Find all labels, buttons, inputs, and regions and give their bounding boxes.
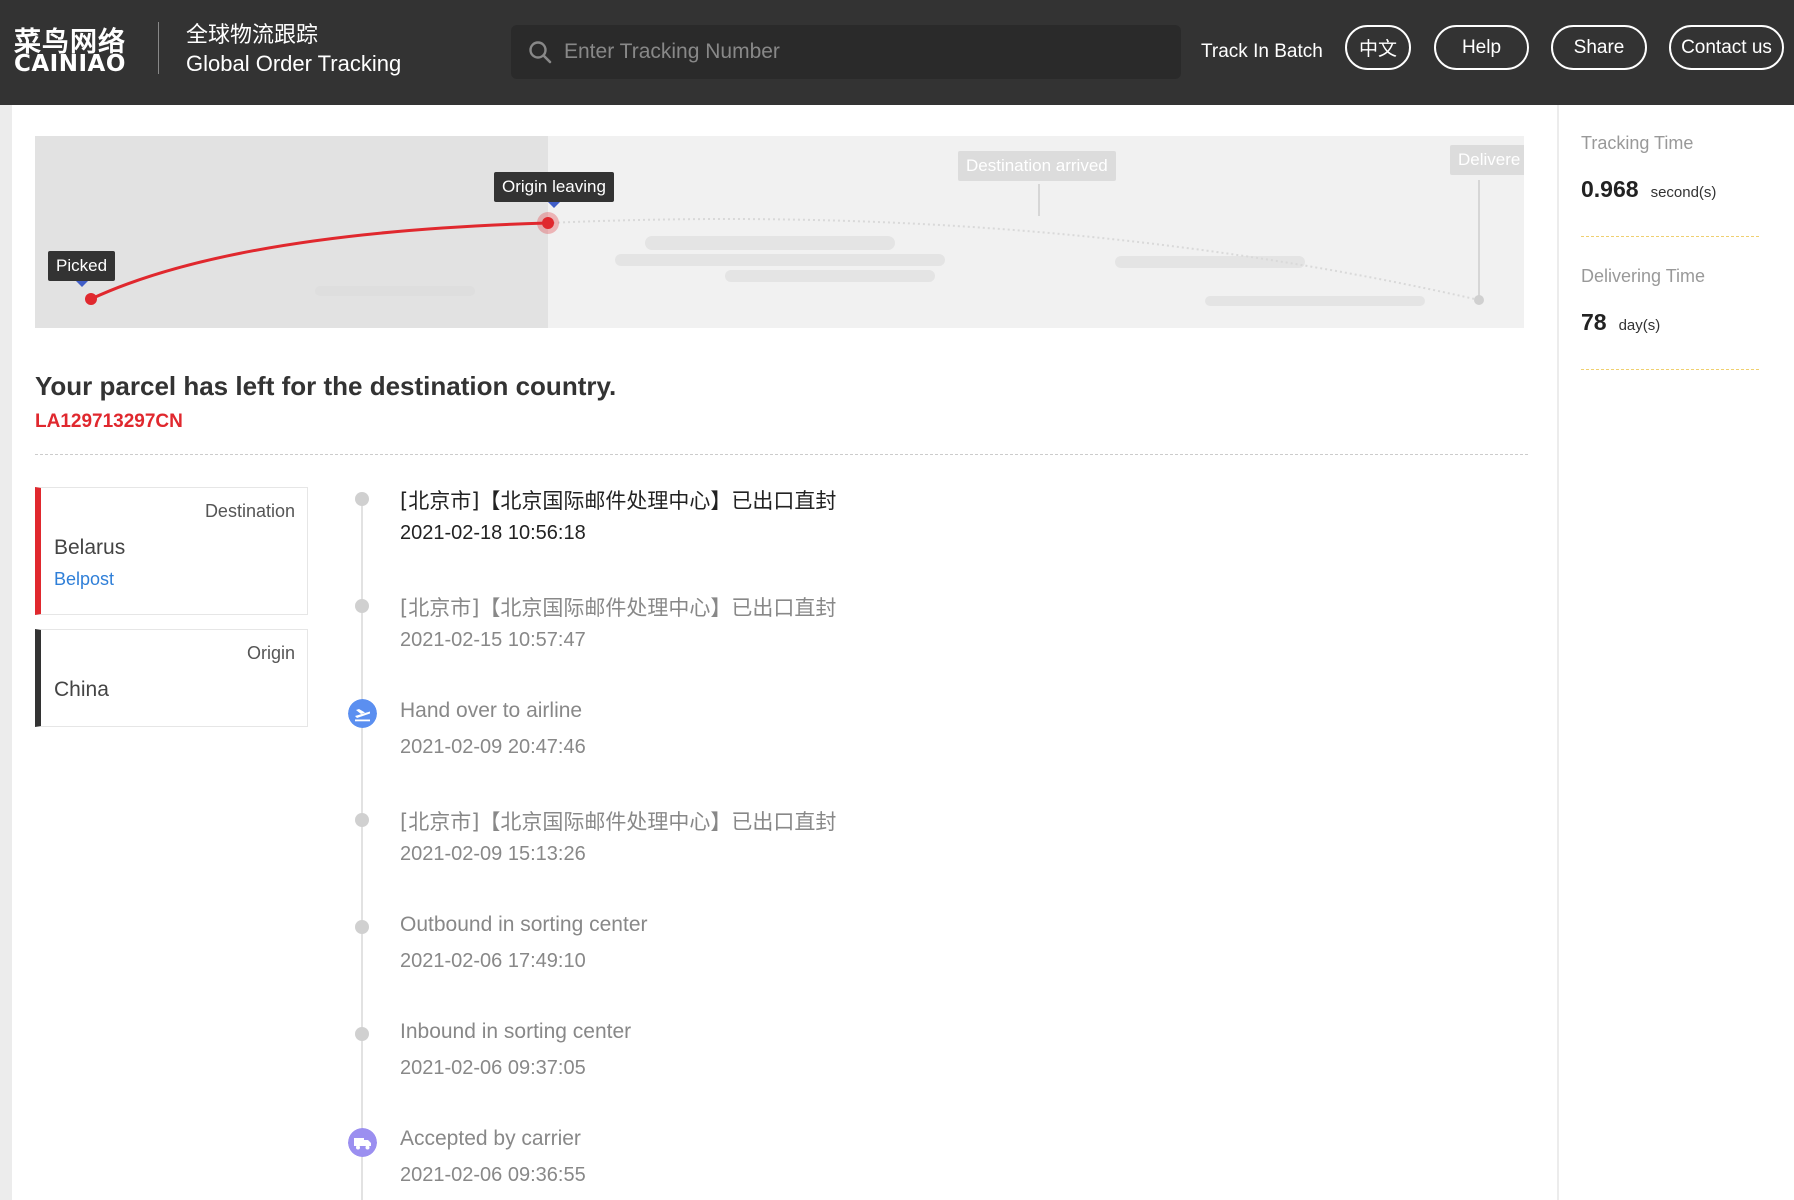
plane-icon — [348, 699, 377, 728]
origin-label: Origin — [246, 643, 295, 663]
tracking-number: LA129713297CN — [35, 411, 183, 432]
metrics-panel: Tracking Time 0.968 second(s) Delivering … — [1559, 105, 1794, 1200]
world-map-dots — [315, 236, 1425, 306]
tracking-time-label: Tracking Time — [1581, 133, 1694, 153]
header-divider — [158, 22, 159, 74]
event-title: Inbound in sorting center — [400, 1020, 632, 1043]
site-title-en: Global Order Tracking — [186, 51, 402, 76]
event-time: 2021-02-06 09:37:05 — [400, 1057, 586, 1079]
section-divider — [35, 454, 1528, 455]
track-in-batch-link[interactable]: Track In Batch — [1201, 41, 1323, 63]
event-title: Hand over to airline — [400, 699, 583, 722]
destination-country: Belarus — [54, 536, 126, 559]
destination-label: Destination — [204, 501, 295, 521]
tracking-time-unit: second(s) — [1650, 184, 1717, 201]
origin-card: Origin China — [35, 629, 308, 727]
timeline-dot — [355, 813, 369, 827]
language-switch-button[interactable]: 中文 — [1345, 25, 1411, 70]
top-header: 菜鸟网络 CAINIAO 全球物流跟踪 Global Order Trackin… — [0, 0, 1794, 105]
event-title: [北京市]【北京国际邮件处理中心】已出口直封 — [400, 810, 837, 834]
destination-carrier-link[interactable]: Belpost — [54, 569, 114, 590]
event-time: 2021-02-09 15:13:26 — [400, 843, 586, 865]
event-time: 2021-02-06 17:49:10 — [400, 950, 586, 972]
logo-en-text: CAINIAO — [14, 51, 126, 77]
delivering-time-label: Delivering Time — [1581, 266, 1706, 286]
stage-label-picked: Picked — [48, 251, 116, 287]
contact-us-button[interactable]: Contact us — [1669, 25, 1784, 70]
site-title-cn: 全球物流跟踪 — [186, 23, 319, 48]
event-title: Accepted by carrier — [400, 1127, 581, 1150]
tracking-search-box — [511, 25, 1181, 79]
stage-label-delivered: Delivere — [1450, 145, 1524, 175]
progress-map: Picked Origin leaving Destination arrive… — [35, 136, 1524, 328]
stage-label-destination-arrived: Destination arrived — [958, 151, 1116, 181]
stage-label-origin-leaving: Origin leaving — [494, 172, 614, 208]
site-title: 全球物流跟踪 Global Order Tracking — [186, 22, 401, 78]
share-button[interactable]: Share — [1551, 25, 1647, 70]
tracking-time-number: 0.968 — [1581, 176, 1639, 202]
event-time: 2021-02-06 09:36:55 — [400, 1164, 586, 1186]
tracking-number-input[interactable] — [564, 25, 1164, 79]
timeline-dot — [355, 920, 369, 934]
timeline-dot — [355, 1027, 369, 1041]
truck-icon — [348, 1128, 377, 1157]
event-title: Outbound in sorting center — [400, 913, 648, 936]
help-button[interactable]: Help — [1434, 25, 1529, 70]
metric-separator — [1581, 236, 1759, 237]
parcel-status-title: Your parcel has left for the destination… — [35, 371, 617, 401]
delivering-time-value: 78 day(s) — [1581, 309, 1660, 336]
main-panel: Picked Origin leaving Destination arrive… — [12, 105, 1557, 1200]
destination-card: Destination Belarus Belpost — [35, 487, 308, 615]
timeline-dot — [355, 492, 369, 506]
delivering-time-number: 78 — [1581, 309, 1607, 335]
event-time: 2021-02-18 10:56:18 — [400, 522, 586, 544]
route-graphic — [85, 180, 1484, 306]
origin-country: China — [54, 678, 109, 701]
delivered-stage-dot — [1474, 295, 1484, 305]
tracking-time-value: 0.968 second(s) — [1581, 176, 1716, 203]
cainiao-logo[interactable]: 菜鸟网络 CAINIAO — [14, 20, 134, 80]
current-stage-dot — [542, 217, 554, 229]
event-time: 2021-02-15 10:57:47 — [400, 629, 586, 651]
metric-separator — [1581, 369, 1759, 370]
search-icon[interactable] — [527, 39, 553, 65]
event-time: 2021-02-09 20:47:46 — [400, 736, 586, 758]
picked-stage-dot — [85, 293, 97, 305]
delivering-time-unit: day(s) — [1618, 317, 1661, 334]
event-title: [北京市]【北京国际邮件处理中心】已出口直封 — [400, 489, 837, 513]
event-title: [北京市]【北京国际邮件处理中心】已出口直封 — [400, 596, 837, 620]
timeline-dot — [355, 599, 369, 613]
